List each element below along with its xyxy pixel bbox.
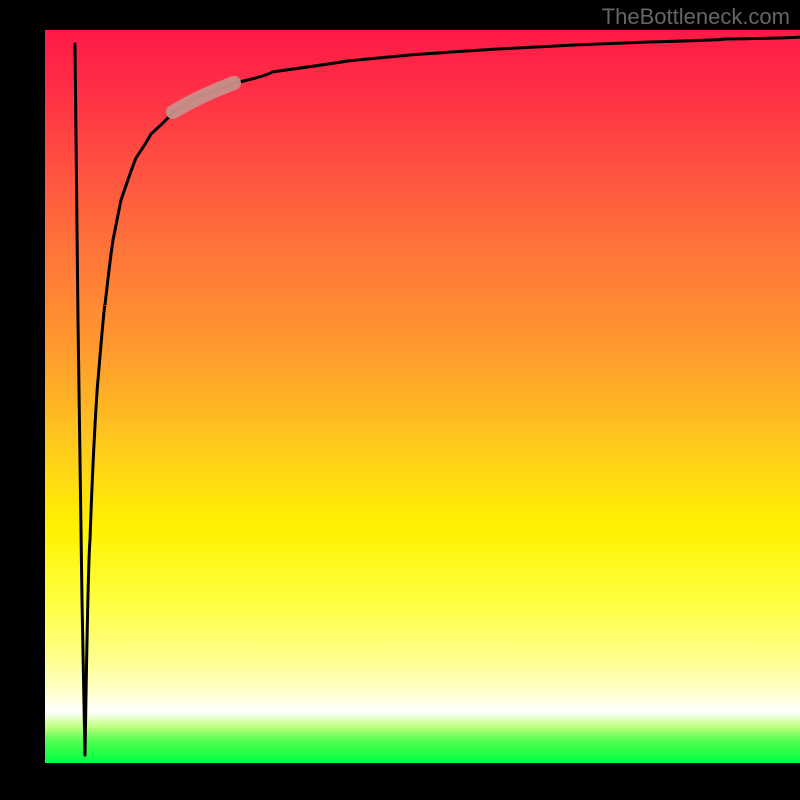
attribution-text: TheBottleneck.com [602,4,790,30]
chart-plot-area [45,30,800,763]
curve-highlight-segment [173,83,234,112]
chart-curve-svg [45,30,800,763]
curve-downstroke [75,44,85,755]
curve-group [75,37,800,755]
curve-main [85,37,800,755]
